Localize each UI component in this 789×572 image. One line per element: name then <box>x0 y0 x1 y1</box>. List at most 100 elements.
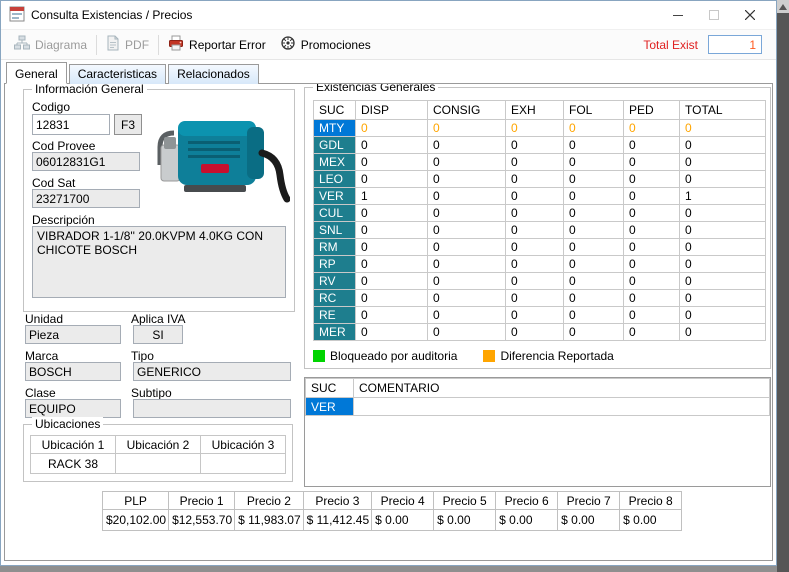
descripcion-textarea[interactable]: VIBRADOR 1-1/8'' 20.0KVPM 4.0KG CON CHIC… <box>32 226 286 298</box>
tipo-label: Tipo <box>131 349 154 363</box>
background-scrollbar[interactable] <box>777 0 789 572</box>
tab-general[interactable]: General <box>6 62 67 84</box>
stock-cell: 0 <box>427 136 506 154</box>
cod-provee-input[interactable]: 06012831G1 <box>32 152 140 171</box>
existencias-row[interactable]: RP 0 0 0 0 0 0 <box>313 255 766 273</box>
toolbar-separator <box>158 34 160 55</box>
tab-caracteristicas[interactable]: Caracteristicas <box>68 64 167 84</box>
clase-value: EQUIPO <box>29 401 76 416</box>
printer-error-icon <box>168 35 184 54</box>
suc-cell[interactable]: VER <box>313 187 356 205</box>
descripcion-label: Descripción <box>32 213 95 227</box>
tab-relacionados[interactable]: Relacionados <box>168 64 259 84</box>
pdf-button[interactable]: PDF <box>99 32 156 57</box>
suc-cell[interactable]: SNL <box>313 221 356 239</box>
legend-item: Bloqueado por auditoria <box>313 349 457 363</box>
stock-cell: 0 <box>679 272 766 290</box>
suc-cell[interactable]: RV <box>313 272 356 290</box>
stock-cell: 0 <box>563 204 624 222</box>
reportar-error-button[interactable]: Reportar Error <box>161 32 273 57</box>
comentarios-table[interactable]: SUC COMENTARIO VER <box>305 378 770 416</box>
comment-suc-cell[interactable]: VER <box>305 397 354 416</box>
existencias-row[interactable]: CUL 0 0 0 0 0 0 <box>313 204 766 222</box>
stock-cell: 0 <box>679 136 766 154</box>
diagrama-button[interactable]: Diagrama <box>7 32 94 57</box>
subtipo-input[interactable] <box>133 399 291 418</box>
stock-cell: 0 <box>505 306 564 324</box>
existencias-row[interactable]: VER 1 0 0 0 0 1 <box>313 187 766 205</box>
promociones-button[interactable]: Promociones <box>273 32 378 57</box>
stock-cell: 0 <box>679 119 766 137</box>
maximize-button[interactable] <box>696 2 732 29</box>
existencias-row[interactable]: MEX 0 0 0 0 0 0 <box>313 153 766 171</box>
suc-cell[interactable]: MEX <box>313 153 356 171</box>
marca-input[interactable]: BOSCH <box>25 362 121 381</box>
stock-cell: 0 <box>563 255 624 273</box>
suc-cell[interactable]: RP <box>313 255 356 273</box>
total-exist-value-box[interactable]: 1 <box>708 35 762 54</box>
existencias-row[interactable]: RV 0 0 0 0 0 0 <box>313 272 766 290</box>
stock-cell: 0 <box>679 323 766 341</box>
unidad-input[interactable]: Pieza <box>25 325 121 344</box>
suc-cell[interactable]: MTY <box>313 119 356 137</box>
stock-cell: 0 <box>505 272 564 290</box>
minimize-button[interactable] <box>660 2 696 29</box>
suc-cell[interactable]: LEO <box>313 170 356 188</box>
existencias-row[interactable]: SNL 0 0 0 0 0 0 <box>313 221 766 239</box>
stock-cell: 0 <box>563 306 624 324</box>
stock-cell: 0 <box>427 170 506 188</box>
suc-cell[interactable]: RE <box>313 306 356 324</box>
ubicaciones-header-row: Ubicación 1 Ubicación 2 Ubicación 3 <box>30 435 286 454</box>
precios-table: PLP Precio 1 Precio 2 Precio 3 Precio 4 Preci… <box>101 491 683 531</box>
tipo-value: GENERICO <box>137 364 202 379</box>
total-exist-value: 1 <box>749 37 756 52</box>
stock-cell: 0 <box>505 187 564 205</box>
ubicacion-value-cell: RACK 38 <box>30 453 116 474</box>
comentarios-row[interactable]: VER <box>305 397 770 416</box>
window-title: Consulta Existencias / Precios <box>31 8 193 22</box>
cod-provee-label: Cod Provee <box>32 139 96 153</box>
suc-cell[interactable]: RM <box>313 238 356 256</box>
suc-cell[interactable]: CUL <box>313 204 356 222</box>
precio-value-cell: $ 0.00 <box>557 509 621 531</box>
diagrama-icon <box>14 35 30 54</box>
comentarios-panel: SUC COMENTARIO VER <box>304 377 771 487</box>
existencias-row[interactable]: LEO 0 0 0 0 0 0 <box>313 170 766 188</box>
f3-button[interactable]: F3 <box>114 114 142 135</box>
stock-cell: 0 <box>563 119 624 137</box>
suc-cell[interactable]: RC <box>313 289 356 307</box>
stock-cell: 0 <box>427 119 506 137</box>
stock-cell: 0 <box>563 323 624 341</box>
stock-cell: 0 <box>355 153 428 171</box>
subtipo-label: Subtipo <box>131 386 172 400</box>
existencias-row[interactable]: RE 0 0 0 0 0 0 <box>313 306 766 324</box>
cod-sat-input[interactable]: 23271700 <box>32 189 140 208</box>
clase-input[interactable]: EQUIPO <box>25 399 121 418</box>
close-button[interactable] <box>732 2 768 29</box>
window-controls <box>660 2 768 29</box>
scroll-up-icon[interactable] <box>777 0 789 13</box>
aplica-iva-input[interactable]: SI <box>133 325 183 344</box>
existencias-row[interactable]: RC 0 0 0 0 0 0 <box>313 289 766 307</box>
titlebar[interactable]: Consulta Existencias / Precios <box>1 1 776 30</box>
existencias-table[interactable]: SUC DISP CONSIG EXH FOL PED TOTAL MTY 0 0 0 0 0 0 GDL 0… <box>313 100 766 341</box>
stock-cell: 0 <box>563 136 624 154</box>
reportar-error-label: Reportar Error <box>189 37 266 52</box>
existencias-row[interactable]: RM 0 0 0 0 0 0 <box>313 238 766 256</box>
ubicaciones-group-title: Ubicaciones <box>32 417 104 431</box>
tipo-input[interactable]: GENERICO <box>133 362 291 381</box>
existencias-row[interactable]: GDL 0 0 0 0 0 0 <box>313 136 766 154</box>
codigo-input[interactable]: 12831 <box>32 114 110 135</box>
precio-header-cell: Precio 6 <box>495 491 559 510</box>
precio-header-cell: Precio 3 <box>302 491 373 510</box>
stock-cell: 0 <box>505 204 564 222</box>
ubicacion-header-cell: Ubicación 3 <box>200 435 286 454</box>
stock-cell: 0 <box>505 323 564 341</box>
app-icon <box>9 6 25 25</box>
suc-cell[interactable]: GDL <box>313 136 356 154</box>
existencias-row[interactable]: MTY 0 0 0 0 0 0 <box>313 119 766 137</box>
existencias-row[interactable]: MER 0 0 0 0 0 0 <box>313 323 766 341</box>
suc-cell[interactable]: MER <box>313 323 356 341</box>
tabstrip: General Caracteristicas Relacionados <box>6 62 261 84</box>
stock-cell: 0 <box>623 136 680 154</box>
